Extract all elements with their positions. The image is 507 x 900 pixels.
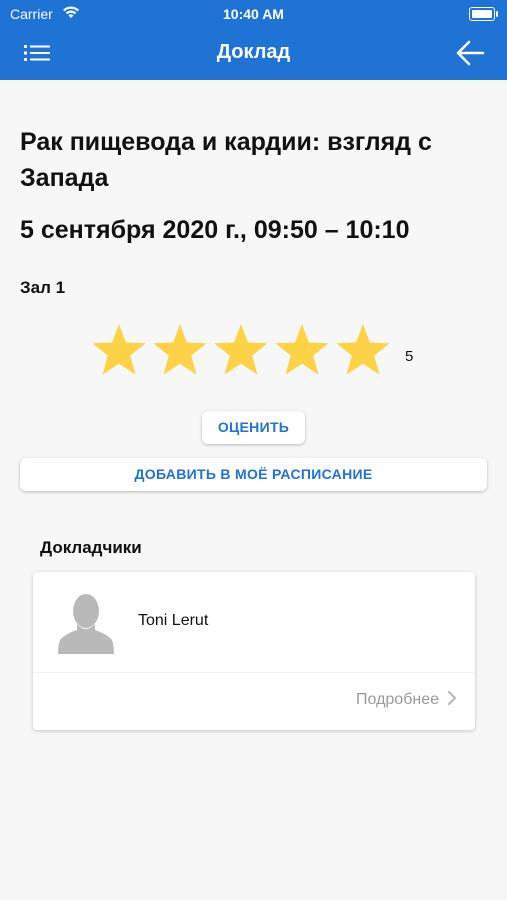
chevron-right-icon — [448, 691, 456, 705]
card-divider — [33, 672, 475, 673]
speaker-card[interactable]: Toni Lerut Подробнее — [33, 572, 475, 730]
more-details-link[interactable]: Подробнее — [356, 690, 457, 709]
battery-icon — [469, 7, 498, 21]
talk-title: Рак пищевода и кардии: взгляд с Запада — [20, 128, 432, 192]
star-icon[interactable] — [151, 322, 209, 380]
arrow-left-icon[interactable] — [455, 39, 485, 67]
speakers-heading: Докладчики — [40, 538, 142, 557]
status-time: 10:40 AM — [223, 6, 284, 22]
talk-datetime: 5 сентября 2020 г., 09:50 – 10:10 — [20, 216, 410, 244]
star-icon[interactable] — [334, 322, 392, 380]
star-icon[interactable] — [273, 322, 331, 380]
talk-hall: Зал 1 — [20, 278, 66, 297]
top-bar: Carrier 10:40 AM Доклад — [0, 0, 507, 80]
page-title: Доклад — [216, 41, 291, 63]
more-details-label: Подробнее — [356, 691, 439, 708]
star-icon[interactable] — [212, 322, 270, 380]
star-icon[interactable] — [90, 322, 148, 380]
status-bar: Carrier 10:40 AM — [0, 0, 507, 28]
rating-value: 5 — [405, 348, 414, 365]
add-to-schedule-button[interactable]: ДОБАВИТЬ В МОЁ РАСПИСАНИЕ — [20, 458, 487, 491]
rate-button[interactable]: ОЦЕНИТЬ — [202, 411, 305, 444]
navigation-bar: Доклад — [0, 30, 507, 78]
star-rating[interactable] — [90, 322, 400, 380]
speaker-name[interactable]: Toni Lerut — [138, 612, 208, 630]
avatar-placeholder-icon — [58, 594, 114, 654]
